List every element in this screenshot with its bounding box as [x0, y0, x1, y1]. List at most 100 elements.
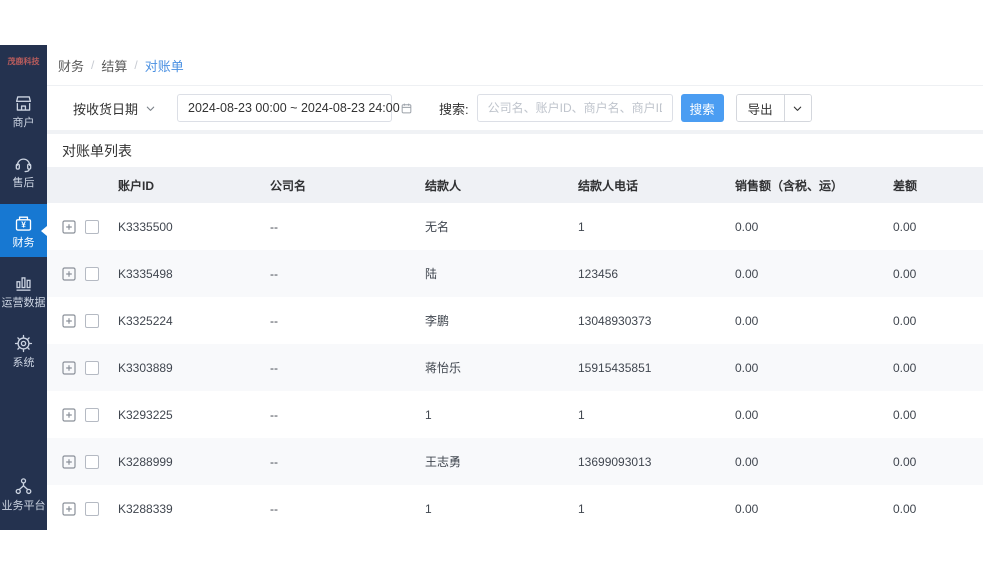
row-checkbox[interactable] [85, 360, 99, 375]
storefront-icon [16, 96, 31, 111]
table-title: 对账单列表 [62, 142, 132, 159]
row-checkbox[interactable] [85, 313, 99, 328]
table-row: K3325224 -- 李鹏 13048930373 0.00 0.00 [47, 297, 983, 344]
cell-sales-amount: 0.00 [735, 454, 759, 469]
sidebar-item-label: 业务平台 [1, 500, 46, 512]
table-card-header: 对账单列表 [47, 134, 983, 167]
sidebar-item-label: 系统 [12, 357, 35, 369]
cell-payee-phone: 15915435851 [578, 360, 652, 375]
sidebar-item-label: 售后 [12, 177, 35, 189]
search-input[interactable] [476, 94, 673, 122]
export-dropdown-toggle[interactable] [784, 95, 811, 121]
cell-difference: 0.00 [893, 407, 917, 422]
main-content: 财务 / 结算 / 对账单 按收货日期 2024-08-23 00:00 ~ 2… [47, 45, 983, 537]
bar-chart-icon [16, 277, 31, 291]
sidebar-item-system[interactable]: 系统 [0, 324, 47, 377]
cell-sales-amount: 0.00 [735, 360, 759, 375]
cell-difference: 0.00 [893, 360, 917, 375]
expand-plus-icon[interactable] [62, 266, 76, 281]
row-checkbox[interactable] [85, 454, 99, 469]
cell-company: -- [270, 266, 278, 281]
sidebar-item-aftersales[interactable]: 售后 [0, 144, 47, 197]
cell-difference: 0.00 [893, 501, 917, 516]
row-checkbox[interactable] [85, 501, 99, 516]
breadcrumb-item-statement[interactable]: 对账单 [145, 56, 184, 75]
expand-plus-icon[interactable] [62, 501, 76, 516]
date-range-input[interactable]: 2024-08-23 00:00 ~ 2024-08-23 24:00 [177, 94, 411, 122]
breadcrumb-item-finance[interactable]: 财务 [58, 56, 84, 75]
expand-plus-icon[interactable] [62, 313, 76, 328]
export-button[interactable]: 导出 [736, 95, 785, 121]
chevron-down-icon [793, 106, 802, 111]
date-type-select[interactable]: 按收货日期 [73, 99, 156, 118]
table-row: K3335500 -- 无名 1 0.00 0.00 [47, 203, 983, 250]
date-type-label: 按收货日期 [73, 101, 139, 117]
cell-sales-amount: 0.00 [735, 501, 759, 516]
cell-payee-phone: 1 [578, 407, 585, 422]
cell-payee: 1 [425, 407, 432, 422]
expand-plus-icon[interactable] [62, 360, 76, 375]
cell-sales-amount: 0.00 [735, 266, 759, 281]
breadcrumb-separator: / [91, 58, 95, 72]
sidebar-item-operations-data[interactable]: 运营数据 [0, 264, 47, 317]
sidebar-item-finance[interactable]: ¥ 财务 [0, 204, 47, 257]
cell-account-id: K3288339 [118, 501, 173, 516]
cell-sales-amount: 0.00 [735, 313, 759, 328]
logo: 茂鹿科技 [7, 56, 40, 66]
headset-icon [15, 158, 32, 173]
sidebar-item-label: 财务 [12, 237, 35, 249]
breadcrumb: 财务 / 结算 / 对账单 [47, 45, 983, 86]
breadcrumb-separator: / [134, 58, 138, 72]
cell-payee: 李鹏 [425, 314, 450, 328]
cell-payee: 陆 [425, 267, 438, 281]
cell-account-id: K3288999 [118, 454, 173, 469]
cell-sales-amount: 0.00 [735, 407, 759, 422]
cell-company: -- [270, 407, 278, 422]
calendar-icon [401, 103, 411, 113]
cell-account-id: K3325224 [118, 313, 173, 328]
cell-account-id: K3293225 [118, 407, 173, 422]
expand-plus-icon[interactable] [62, 219, 76, 234]
cell-payee-phone: 1 [578, 501, 585, 516]
sidebar-item-merchant[interactable]: 商户 [0, 84, 47, 137]
expand-plus-icon[interactable] [62, 407, 76, 422]
column-header-payee: 结款人 [425, 178, 462, 193]
cell-difference: 0.00 [893, 219, 917, 234]
table-row: K3335498 -- 陆 123456 0.00 0.00 [47, 250, 983, 297]
cell-payee: 无名 [425, 220, 450, 234]
row-checkbox[interactable] [85, 407, 99, 422]
expand-plus-icon[interactable] [62, 454, 76, 469]
table-row: K3288339 -- 1 1 0.00 0.00 [47, 485, 983, 532]
cell-company: -- [270, 454, 278, 469]
column-header-difference: 差额 [893, 178, 918, 193]
cashbox-icon: ¥ [15, 216, 32, 231]
sidebar-item-label: 运营数据 [1, 297, 46, 309]
column-header-company: 公司名 [270, 178, 307, 193]
cell-account-id: K3335500 [118, 219, 173, 234]
table-row: K3293225 -- 1 1 0.00 0.00 [47, 391, 983, 438]
cell-payee-phone: 13048930373 [578, 313, 652, 328]
table-row: K3288999 -- 王志勇 13699093013 0.00 0.00 [47, 438, 983, 485]
sidebar-item-label: 商户 [12, 117, 35, 129]
table-body: K3335500 -- 无名 1 0.00 0.00 K3335498 -- 陆 123456 0… [47, 203, 983, 532]
chevron-down-icon [146, 106, 155, 111]
cell-payee: 1 [425, 501, 432, 516]
cell-payee: 蒋怡乐 [425, 361, 462, 375]
table-header-row: 账户ID 公司名 结款人 结款人电话 销售额（含税、运） 差额 [47, 167, 983, 203]
cell-company: -- [270, 501, 278, 516]
date-range-value: 2024-08-23 00:00 ~ 2024-08-23 24:00 [188, 101, 400, 115]
active-item-notch [41, 225, 47, 236]
search-button[interactable]: 搜索 [680, 94, 724, 122]
row-checkbox[interactable] [85, 266, 99, 281]
export-split-button: 导出 [735, 94, 812, 122]
cell-payee-phone: 1 [578, 219, 585, 234]
breadcrumb-item-settlement[interactable]: 结算 [101, 56, 127, 75]
sidebar-item-business-platform[interactable]: 业务平台 [0, 467, 47, 520]
table-row: K3303889 -- 蒋怡乐 15915435851 0.00 0.00 [47, 344, 983, 391]
cell-sales-amount: 0.00 [735, 219, 759, 234]
cell-company: -- [270, 360, 278, 375]
row-checkbox[interactable] [85, 219, 99, 234]
sidebar: 茂鹿科技 商户 售后 ¥ 财务 运营数据 系统 业务平台 [0, 45, 47, 530]
gear-icon [14, 334, 33, 353]
cell-payee: 王志勇 [425, 455, 462, 469]
